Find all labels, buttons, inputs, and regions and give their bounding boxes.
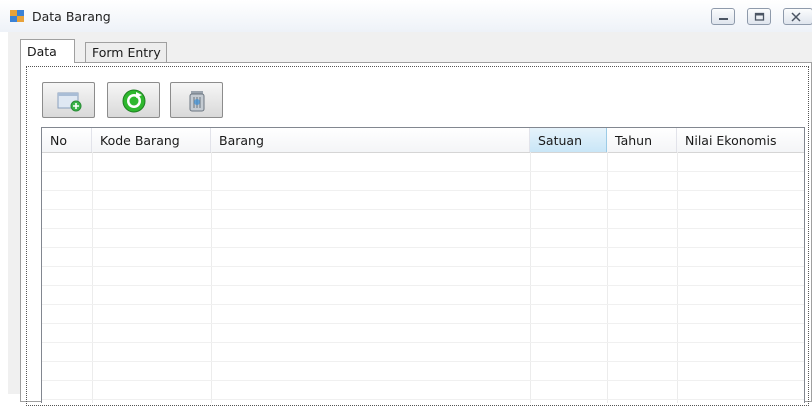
row-divider <box>42 285 804 286</box>
row-divider <box>42 342 804 343</box>
data-grid[interactable]: No Kode Barang Barang Satuan Tahun Nilai… <box>41 127 805 403</box>
delete-button[interactable] <box>170 82 223 118</box>
tab-data[interactable]: Data <box>20 39 75 63</box>
maximize-button[interactable] <box>747 8 771 25</box>
row-divider <box>42 399 804 400</box>
form-window-icon <box>10 10 24 22</box>
title-bar: Data Barang <box>0 0 812 32</box>
column-header-kode-barang[interactable]: Kode Barang <box>92 128 211 152</box>
tab-panel-data: No Kode Barang Barang Satuan Tahun Nilai… <box>20 62 812 406</box>
row-divider <box>42 266 804 267</box>
row-divider <box>42 380 804 381</box>
row-divider <box>42 323 804 324</box>
row-divider <box>42 171 804 172</box>
column-header-satuan[interactable]: Satuan <box>530 128 607 152</box>
close-button[interactable] <box>783 8 812 25</box>
maximize-icon <box>754 12 765 21</box>
refresh-button[interactable] <box>107 82 160 118</box>
tab-form-entry[interactable]: Form Entry <box>85 42 167 62</box>
refresh-icon <box>122 89 146 113</box>
column-header-barang[interactable]: Barang <box>211 128 530 152</box>
grid-header: No Kode Barang Barang Satuan Tahun Nilai… <box>42 128 804 153</box>
column-header-nilai-ekonomis[interactable]: Nilai Ekonomis <box>677 128 804 152</box>
window-client-area: Data Form Entry No Kode Barang Barang Sa… <box>8 32 812 406</box>
minimize-icon <box>719 18 728 20</box>
window-title: Data Barang <box>32 9 111 24</box>
row-divider <box>42 304 804 305</box>
trash-icon <box>189 91 205 112</box>
add-record-icon <box>57 92 82 112</box>
add-button[interactable] <box>42 82 95 118</box>
row-divider <box>42 361 804 362</box>
row-divider <box>42 190 804 191</box>
column-header-no[interactable]: No <box>42 128 92 152</box>
row-divider <box>42 209 804 210</box>
column-header-tahun[interactable]: Tahun <box>607 128 677 152</box>
close-icon <box>791 12 801 22</box>
row-divider <box>42 228 804 229</box>
minimize-button[interactable] <box>711 8 735 25</box>
row-divider <box>42 247 804 248</box>
